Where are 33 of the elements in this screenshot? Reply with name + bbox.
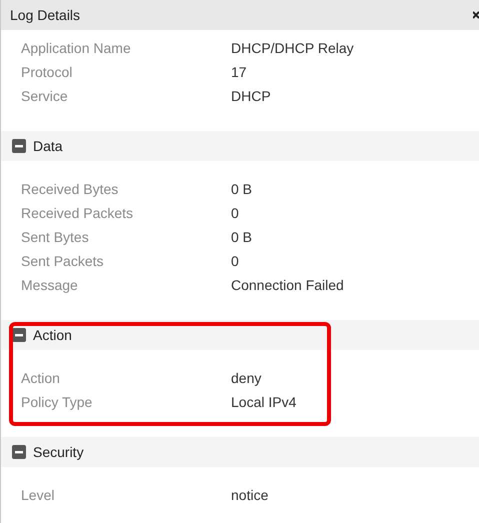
section-title: Data [33,138,63,154]
field-value: DHCP/DHCP Relay [231,40,354,56]
field-label: Application Name [21,40,131,56]
field-value: 0 [231,205,239,221]
field-label: Sent Bytes [21,229,89,245]
field-value: 0 B [231,181,252,197]
field-label: Message [21,277,78,293]
field-value: 0 [231,253,239,269]
field-label: Received Packets [21,205,134,221]
field-value: deny [231,370,262,386]
section-title: Security [33,444,84,460]
field-value: Connection Failed [231,277,344,293]
section-header[interactable]: Action [1,320,479,350]
collapse-icon[interactable] [12,445,26,459]
field-value: notice [231,487,268,503]
field-value: 0 B [231,229,252,245]
field-label: Policy Type [21,394,92,410]
field-label: Protocol [21,64,72,80]
field-value: DHCP [231,88,271,104]
section-header[interactable]: Security [1,437,479,467]
collapse-icon[interactable] [12,139,26,153]
panel-title: Log Details [10,7,80,23]
field-value: 17 [231,64,247,80]
close-icon[interactable] [473,10,479,20]
field-label: Received Bytes [21,181,118,197]
field-label: Sent Packets [21,253,104,269]
collapse-icon[interactable] [12,328,26,342]
field-value: Local IPv4 [231,394,296,410]
field-label: Action [21,370,60,386]
field-label: Level [21,487,54,503]
section-header[interactable]: Data [1,131,479,161]
section-title: Action [33,327,72,343]
field-label: Service [21,88,68,104]
